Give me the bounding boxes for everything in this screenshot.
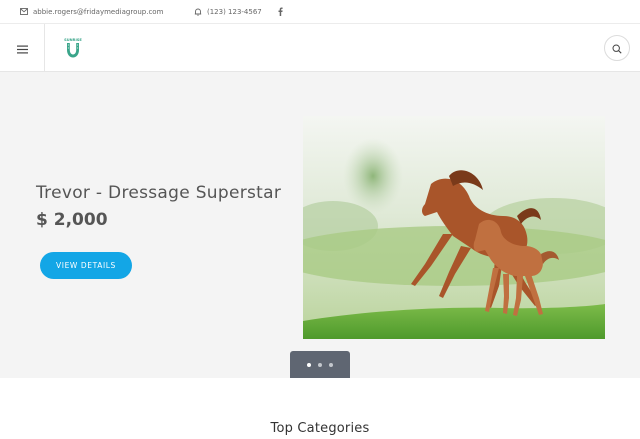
- logo-text: SUNRISE: [64, 38, 82, 42]
- top-categories-heading: Top Categories: [270, 421, 370, 436]
- search-icon: [612, 39, 622, 58]
- hero-slider: Trevor - Dressage Superstar $ 2,000 VIEW…: [0, 72, 640, 378]
- hamburger-menu-icon: [16, 39, 28, 58]
- menu-button[interactable]: [0, 24, 45, 72]
- hero-price: $ 2,000: [36, 210, 108, 230]
- site-header: SUNRISE: [0, 24, 640, 72]
- horses-galloping-photo: [303, 116, 605, 339]
- phone-contact[interactable]: (123) 123-4567: [194, 8, 278, 16]
- slider-dot-1[interactable]: [307, 362, 311, 367]
- email-contact[interactable]: abbie.rogers@fridaymediagroup.com: [20, 8, 194, 16]
- envelope-icon: [20, 8, 28, 15]
- search-button[interactable]: [604, 35, 630, 61]
- slider-dots: [290, 351, 350, 378]
- hero-title: Trevor - Dressage Superstar: [36, 183, 282, 203]
- slider-dot-2[interactable]: [318, 362, 322, 367]
- view-details-button[interactable]: VIEW DETAILS: [40, 252, 132, 279]
- phone-text[interactable]: (123) 123-4567: [207, 8, 262, 16]
- facebook-icon: [278, 7, 283, 16]
- facebook-link[interactable]: [278, 7, 283, 16]
- slider-dot-3[interactable]: [329, 362, 333, 367]
- email-text[interactable]: abbie.rogers@fridaymediagroup.com: [33, 8, 163, 16]
- bell-icon: [194, 8, 202, 16]
- site-logo[interactable]: SUNRISE: [60, 35, 86, 61]
- top-contact-bar: abbie.rogers@fridaymediagroup.com (123) …: [0, 0, 640, 24]
